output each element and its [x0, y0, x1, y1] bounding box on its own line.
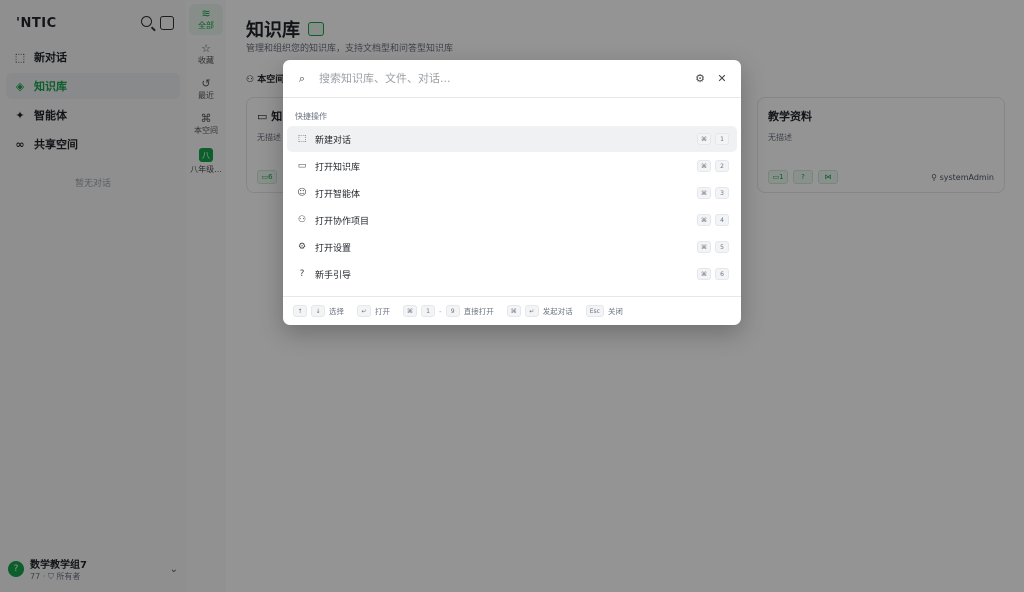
kbd-cmd: ⌘: [697, 214, 711, 226]
range-dash: -: [439, 306, 442, 316]
hint-direct-open: 直接打开: [463, 306, 494, 316]
gear-icon[interactable]: ⚙: [693, 72, 707, 86]
cmd-label: 新建对话: [315, 135, 352, 146]
kbd-down: ↓: [311, 305, 325, 317]
palette-footer: ↑ ↓ 选择 ↵ 打开 ⌘ 1-9 直接打开 ⌘ ↵ 发起对话 Esc 关闭: [283, 296, 741, 325]
hint-close: 关闭: [607, 306, 623, 316]
help-icon: ?: [299, 269, 305, 279]
kbd-key: 6: [715, 268, 729, 280]
kbd-cmd: ⌘: [697, 268, 711, 280]
kbd-1: 1: [421, 305, 435, 317]
kbd-cmd: ⌘: [697, 133, 711, 145]
kbd-key: 5: [715, 241, 729, 253]
kbd-cmd: ⌘: [697, 241, 711, 253]
cmd-onboarding[interactable]: ? 新手引导 ⌘ 6: [287, 261, 737, 287]
app: 'NTIC ⬚ 新对话 ◈ 知识库 ✦ 智能体 ∞ 共享空间 暂无对话 ? 数学教学组7…: [0, 0, 1024, 592]
palette-search-input[interactable]: [317, 71, 685, 86]
kbd-up: ↑: [293, 305, 307, 317]
cmd-open-settings[interactable]: ⚙ 打开设置 ⌘ 5: [287, 234, 737, 260]
palette-search-bar: ⌕ ⚙ ✕: [283, 60, 741, 98]
close-icon[interactable]: ✕: [715, 72, 729, 86]
hint-open: 打开: [375, 306, 390, 316]
kbd-enter: ↵: [357, 305, 371, 317]
kbd-enter: ↵: [524, 305, 539, 317]
kbd-key: 3: [715, 187, 729, 199]
kbd-cmd: ⌘: [697, 160, 711, 172]
command-list: ⬚ 新建对话 ⌘ 1 ▭ 打开知识库 ⌘ 2 ☺ 打开智能体 ⌘ 3 ⚇ 打开协作项目 ⌘ 4 ⚙ 打开设…: [283, 126, 741, 287]
team-icon: ⚇: [297, 215, 307, 225]
command-palette: ⌕ ⚙ ✕ 快捷操作 ⬚ 新建对话 ⌘ 1 ▭ 打开知识库 ⌘ 2 ☺ 打开智能体 ⌘ 3 ⚇ 打开…: [283, 60, 741, 325]
search-icon: ⌕: [298, 71, 306, 85]
cmd-label: 新手引导: [315, 270, 352, 281]
kbd-cmd: ⌘: [506, 305, 521, 317]
gear-icon: ⚙: [297, 242, 307, 252]
hint-select: 选择: [329, 306, 344, 316]
kbd-cmd: ⌘: [403, 305, 417, 317]
cmd-label: 打开设置: [315, 243, 352, 254]
kbd-cmd: ⌘: [697, 187, 711, 199]
cmd-label: 打开知识库: [315, 162, 361, 173]
cmd-open-kb[interactable]: ▭ 打开知识库 ⌘ 2: [287, 153, 737, 179]
cmd-label: 打开智能体: [315, 189, 361, 200]
kbd-9: 9: [445, 305, 460, 317]
chat-icon: ⬚: [297, 134, 307, 144]
folder-icon: ▭: [297, 161, 307, 171]
bot-icon: ☺: [297, 188, 307, 198]
kbd-key: 4: [715, 214, 729, 226]
cmd-open-agents[interactable]: ☺ 打开智能体 ⌘ 3: [287, 180, 737, 206]
kbd-key: 1: [715, 133, 729, 145]
cmd-new-chat[interactable]: ⬚ 新建对话 ⌘ 1: [287, 126, 737, 152]
kbd-key: 2: [715, 160, 729, 172]
cmd-label: 打开协作项目: [315, 216, 370, 227]
kbd-esc: Esc: [585, 305, 604, 317]
hint-send: 发起对话: [542, 306, 573, 316]
cmd-open-collab[interactable]: ⚇ 打开协作项目 ⌘ 4: [287, 207, 737, 233]
section-label: 快捷操作: [295, 112, 327, 121]
